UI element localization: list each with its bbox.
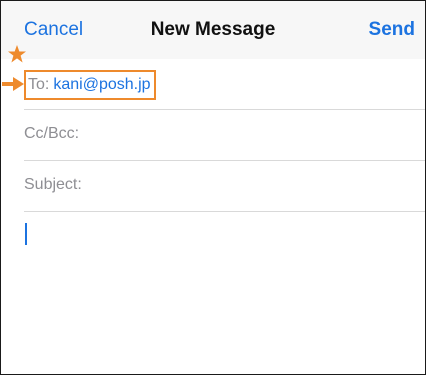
navigation-bar: Cancel New Message Send: [1, 1, 425, 59]
to-label: To:: [28, 76, 50, 93]
cc-bcc-label: Cc/Bcc:: [24, 125, 80, 142]
cancel-button[interactable]: Cancel: [24, 19, 83, 41]
to-recipient[interactable]: kani@posh.jp: [53, 76, 150, 94]
subject-field-row[interactable]: Subject:: [24, 161, 425, 212]
message-body[interactable]: [1, 213, 425, 374]
compose-screen: Cancel New Message Send To: kani@posh.jp…: [0, 0, 426, 375]
subject-label: Subject:: [24, 176, 82, 193]
to-field-highlight[interactable]: To: kani@posh.jp: [24, 70, 156, 100]
arrow-right-icon: [2, 77, 24, 91]
send-button[interactable]: Send: [369, 19, 415, 41]
cc-bcc-field-row[interactable]: Cc/Bcc:: [24, 110, 425, 161]
text-cursor: [25, 223, 27, 245]
to-field-row[interactable]: To: kani@posh.jp: [24, 59, 425, 110]
